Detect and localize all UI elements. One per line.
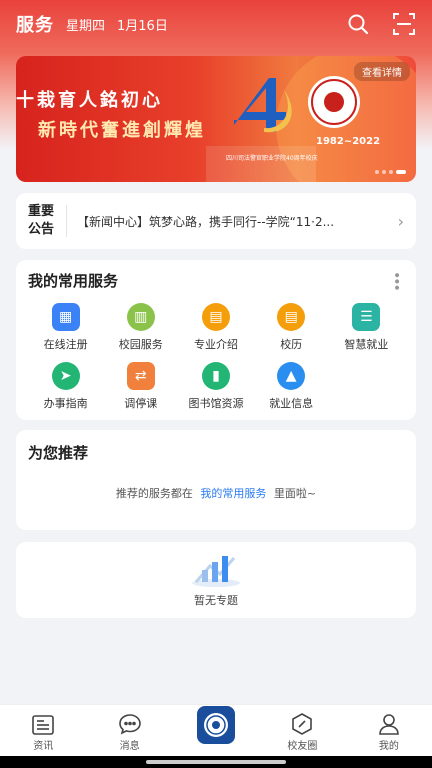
tip-text: 推荐的服务都在 bbox=[115, 487, 193, 500]
user-icon bbox=[379, 714, 399, 735]
service-label: 专业介绍 bbox=[193, 338, 238, 351]
more-options-icon[interactable]: ••• bbox=[388, 271, 404, 290]
building-icon: ▥ bbox=[126, 303, 155, 331]
page-title: 服务 bbox=[16, 15, 54, 36]
service-label: 就业信息 bbox=[269, 397, 314, 410]
service-label: 在线注册 bbox=[43, 338, 88, 351]
banner-subtitle: 四川司法警官职业学院40周年校庆 bbox=[226, 155, 318, 162]
recommend-card: 为您推荐 推荐的服务都在 我的常用服务 里面啦~ bbox=[16, 430, 416, 530]
empty-chart-icon bbox=[192, 556, 240, 587]
common-services-link[interactable]: 我的常用服务 bbox=[200, 487, 266, 500]
announcement-tag-line1: 重要 bbox=[28, 204, 55, 219]
signpost-icon: ➤ bbox=[51, 362, 80, 390]
app-header: 服务 星期四 1月16日 bbox=[0, 0, 432, 48]
tab-messages-label: 消息 bbox=[119, 741, 140, 752]
tab-news-label: 资讯 bbox=[33, 741, 54, 752]
swap-icon: ⇄ bbox=[126, 362, 155, 390]
announcement-bar[interactable]: 重要 公告 【新闻中心】筑梦心路，携手同行--学院“11·2... › bbox=[16, 193, 416, 249]
section-title: 为您推荐 bbox=[28, 444, 89, 462]
announcement-tag: 重要 公告 bbox=[28, 203, 58, 239]
service-item[interactable]: ▮ 图书馆资源 bbox=[178, 362, 253, 411]
carousel-dot bbox=[382, 170, 386, 174]
recommend-tip: 推荐的服务都在 我的常用服务 里面啦~ bbox=[28, 485, 404, 501]
tab-alumni-label: 校友圈 bbox=[287, 741, 318, 752]
book-icon: ▤ bbox=[201, 303, 230, 331]
common-services-card: 我的常用服务 ••• ▦ 在线注册 ▥ 校园服务 ▤ 专业介绍 ▤ 校历 ☰ 智慧就业 ➤ 办事指南 ⇄… bbox=[16, 260, 416, 420]
service-item[interactable]: ▲ 就业信息 bbox=[254, 362, 329, 411]
compass-icon bbox=[292, 713, 313, 735]
service-item[interactable]: ▦ 在线注册 bbox=[28, 303, 103, 352]
service-label: 图书馆资源 bbox=[188, 397, 244, 410]
service-label: 校历 bbox=[280, 338, 303, 351]
graduation-cap-icon: ▲ bbox=[277, 362, 306, 390]
school-logo-icon bbox=[197, 706, 236, 744]
service-item[interactable]: ▥ 校园服务 bbox=[103, 303, 178, 352]
banner-building-silhouette bbox=[206, 146, 316, 182]
carousel-dot-active bbox=[396, 170, 406, 174]
service-label: 智慧就业 bbox=[344, 338, 389, 351]
home-indicator[interactable] bbox=[146, 760, 286, 764]
view-details-button[interactable]: 查看详情 bbox=[354, 62, 410, 81]
tab-profile-label: 我的 bbox=[378, 741, 399, 752]
banner-slogan-line1: 十栽育人銘初心 bbox=[16, 90, 163, 111]
service-item[interactable]: ⇄ 调停课 bbox=[103, 362, 178, 411]
anniversary-40-emblem bbox=[234, 76, 360, 133]
carousel-indicator bbox=[375, 170, 406, 174]
service-item[interactable]: ▤ 专业介绍 bbox=[178, 303, 253, 352]
tab-news[interactable]: 资讯 bbox=[0, 705, 86, 756]
section-title: 我的常用服务 bbox=[28, 272, 119, 290]
news-banner[interactable]: 十栽育人銘初心 新時代奮進創輝煌 1982~2022 四川司法警官职业学院40周… bbox=[16, 56, 416, 182]
search-icon[interactable] bbox=[346, 12, 370, 36]
chart-icon: ▮ bbox=[201, 362, 230, 390]
chevron-right-icon[interactable]: › bbox=[398, 212, 404, 231]
service-label: 办事指南 bbox=[43, 397, 88, 410]
service-item[interactable]: ☰ 智慧就业 bbox=[329, 303, 404, 352]
scan-icon[interactable] bbox=[392, 12, 416, 36]
carousel-dot bbox=[375, 170, 379, 174]
tip-text: 里面啦~ bbox=[273, 487, 317, 500]
services-grid: ▦ 在线注册 ▥ 校园服务 ▤ 专业介绍 ▤ 校历 ☰ 智慧就业 ➤ 办事指南 ⇄ 调停课 ▮ 图书馆资源 ▲ 就… bbox=[28, 303, 404, 411]
empty-topics-label: 暂无专题 bbox=[194, 594, 238, 607]
book-open-icon: ▤ bbox=[277, 303, 306, 331]
calendar-icon: ▦ bbox=[51, 303, 80, 331]
tab-profile[interactable]: 我的 bbox=[346, 705, 432, 756]
tab-alumni[interactable]: 校友圈 bbox=[259, 705, 345, 756]
service-item[interactable]: ▤ 校历 bbox=[254, 303, 329, 352]
topics-card: 暂无专题 bbox=[16, 542, 416, 618]
weekday-label: 星期四 bbox=[66, 18, 106, 34]
bottom-tab-bar: 资讯 消息 校友圈 我的 bbox=[0, 704, 432, 756]
banner-years: 1982~2022 bbox=[316, 136, 381, 147]
service-item[interactable]: ➤ 办事指南 bbox=[28, 362, 103, 411]
tab-messages[interactable]: 消息 bbox=[86, 705, 172, 756]
service-label: 校园服务 bbox=[118, 338, 163, 351]
banner-slogan-line2: 新時代奮進創輝煌 bbox=[38, 120, 206, 141]
message-icon bbox=[118, 714, 141, 735]
announcement-text[interactable]: 【新闻中心】筑梦心路，携手同行--学院“11·2... bbox=[77, 213, 392, 230]
carousel-dot bbox=[389, 170, 393, 174]
checklist-icon: ☰ bbox=[352, 303, 381, 331]
news-icon bbox=[32, 715, 55, 735]
divider bbox=[66, 205, 67, 237]
announcement-tag-line2: 公告 bbox=[28, 222, 55, 237]
system-nav-bar bbox=[0, 756, 432, 768]
tab-school-home[interactable] bbox=[173, 705, 259, 756]
date-label: 1月16日 bbox=[117, 18, 168, 34]
service-label: 调停课 bbox=[124, 397, 158, 410]
